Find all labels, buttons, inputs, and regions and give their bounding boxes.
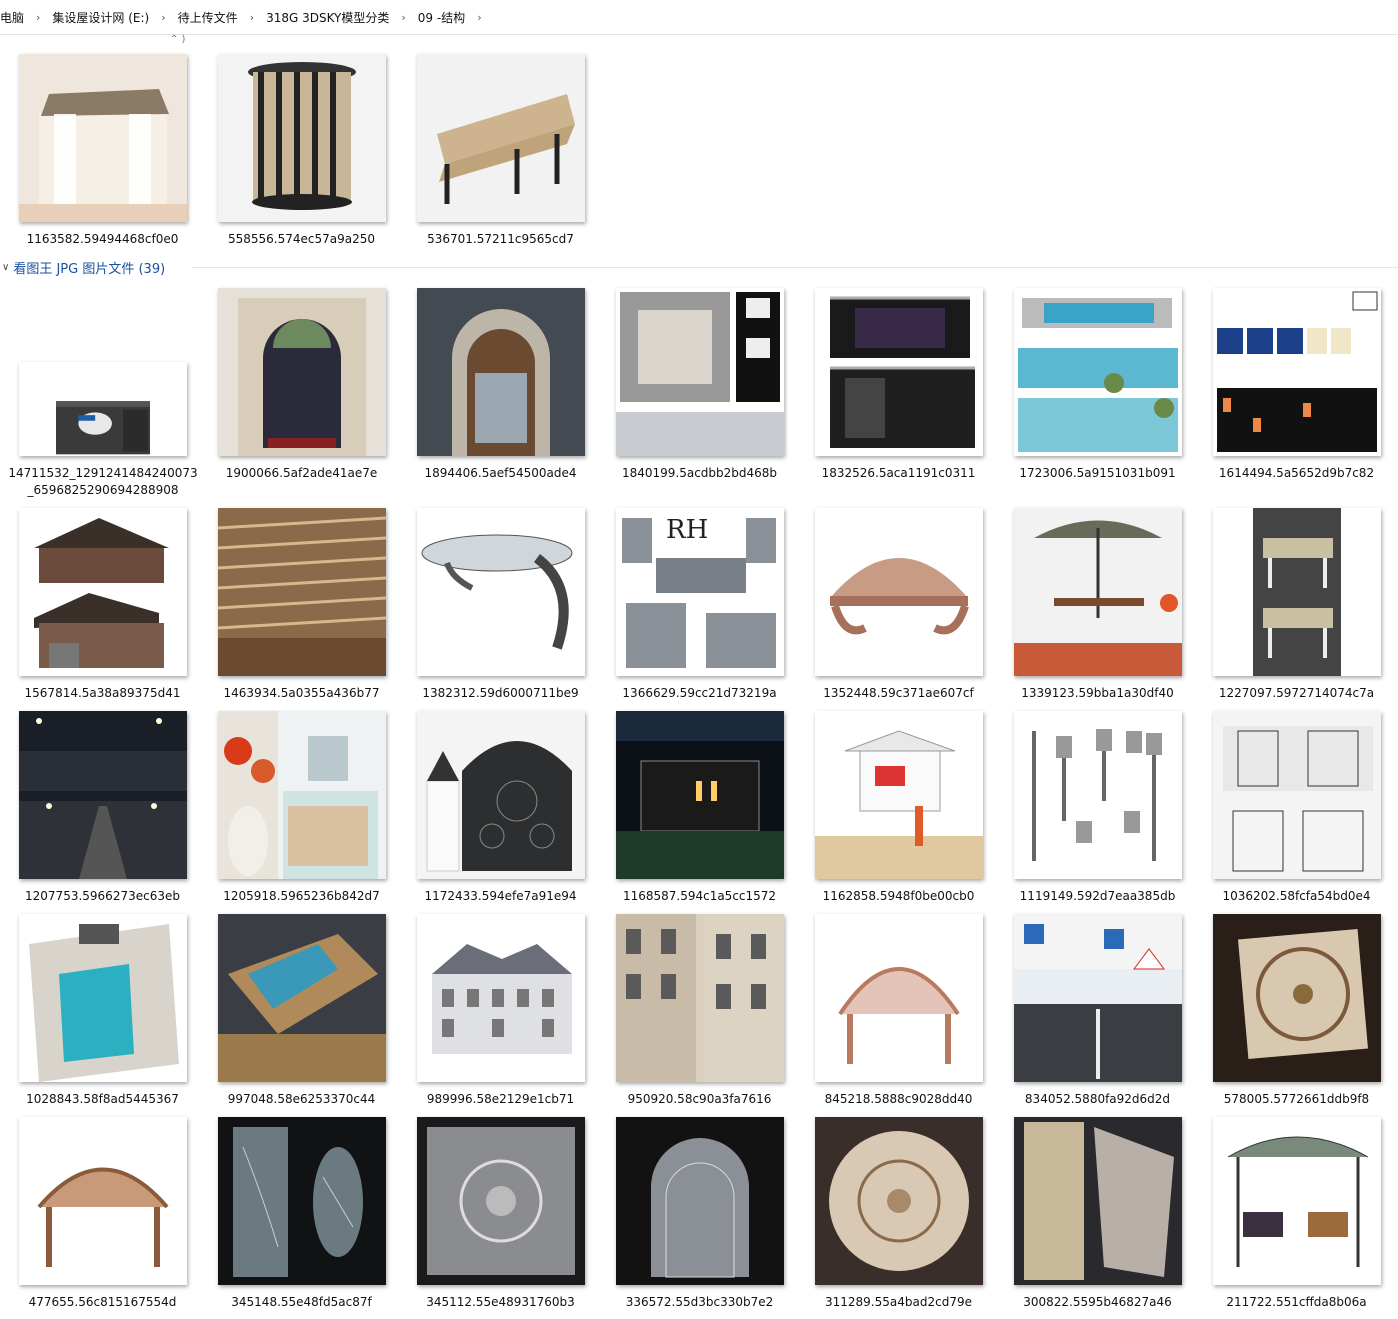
svg-text:RH: RH: [666, 515, 708, 545]
file-name: 311289.55a4bad2cd79e: [825, 1295, 972, 1309]
file-thumbnail[interactable]: [417, 54, 585, 222]
file-thumbnail[interactable]: [218, 288, 386, 456]
file-thumbnail[interactable]: [417, 508, 585, 676]
file-name: 300822.5595b46827a46: [1023, 1295, 1172, 1309]
file-name: 1894406.5aef54500ade4: [424, 466, 577, 480]
file-name: 989996.58e2129e1cb71: [426, 1092, 575, 1106]
file-thumbnail[interactable]: [218, 508, 386, 676]
file-thumbnail[interactable]: [815, 711, 983, 879]
file-thumbnail[interactable]: [1014, 508, 1182, 676]
file-name: 14711532_1291241484240073_65968252906942…: [8, 466, 198, 497]
file-name: 1205918.5965236b842d7: [223, 889, 380, 903]
file-thumbnail[interactable]: RH: [616, 508, 784, 676]
breadcrumb: 电脑 › 集设屋设计网 (E:) › 待上传文件 › 318G 3DSKY模型分类 › 09 -…: [0, 0, 1398, 35]
file-thumbnail[interactable]: [1014, 711, 1182, 879]
file-name: 1832526.5aca1191c0311: [821, 466, 976, 480]
file-name: 1227097.5972714074c7a: [1218, 686, 1375, 700]
file-name: 477655.56c815167554d: [28, 1295, 177, 1309]
file-thumbnail[interactable]: [19, 362, 187, 456]
file-thumbnail[interactable]: [19, 508, 187, 676]
file-thumbnail[interactable]: [19, 54, 187, 222]
file-thumbnail[interactable]: [616, 1117, 784, 1285]
breadcrumb-item[interactable]: 电脑: [0, 9, 30, 26]
file-name: 1162858.5948f0be00cb0: [822, 889, 975, 903]
file-name: 845218.5888c9028dd40: [824, 1092, 973, 1106]
file-name: 1382312.59d6000711be9: [422, 686, 579, 700]
file-thumbnail[interactable]: [417, 1117, 585, 1285]
file-name: 1614494.5a5652d9b7c82: [1218, 466, 1375, 480]
file-name: 1028843.58f8ad5445367: [26, 1092, 179, 1106]
file-name: 1168587.594c1a5cc1572: [622, 889, 777, 903]
file-thumbnail[interactable]: [218, 711, 386, 879]
file-thumbnail[interactable]: [19, 1117, 187, 1285]
partial-group-header: ⌃ ): [170, 34, 186, 45]
group-header-jpg[interactable]: ∨ 看图王 JPG 图片文件 (39): [0, 256, 165, 278]
file-name: 1366629.59cc21d73219a: [622, 686, 777, 700]
file-thumbnail[interactable]: [417, 711, 585, 879]
file-thumbnail[interactable]: [1213, 508, 1381, 676]
chevron-down-icon[interactable]: ∨: [2, 262, 9, 273]
file-thumbnail[interactable]: [616, 288, 784, 456]
file-thumbnail[interactable]: [218, 54, 386, 222]
file-name: 1119149.592d7eaa385db: [1019, 889, 1176, 903]
file-name: 997048.58e6253370c44: [227, 1092, 376, 1106]
file-name: 211722.551cffda8b06a: [1226, 1295, 1367, 1309]
file-name: 1723006.5a9151031b091: [1019, 466, 1176, 480]
group-header-label: 看图王 JPG 图片文件 (39): [13, 261, 166, 277]
file-name: 1840199.5acdbb2bd468b: [621, 466, 778, 480]
file-thumbnail[interactable]: [1014, 914, 1182, 1082]
chevron-right-icon[interactable]: ›: [244, 11, 260, 24]
file-thumbnail[interactable]: [19, 711, 187, 879]
breadcrumb-item[interactable]: 待上传文件: [172, 9, 244, 26]
file-thumbnail[interactable]: [218, 914, 386, 1082]
file-name: 578005.5772661ddb9f8: [1223, 1092, 1370, 1106]
chevron-right-icon[interactable]: ›: [30, 11, 46, 24]
file-name: 1036202.58fcfa54bd0e4: [1222, 889, 1371, 903]
file-name: 558556.574ec57a9a250: [227, 232, 376, 246]
file-name: 336572.55d3bc330b7e2: [625, 1295, 774, 1309]
file-name: 1172433.594efe7a91e94: [424, 889, 577, 903]
file-thumbnail[interactable]: [1213, 288, 1381, 456]
file-name: 1567814.5a38a89375d41: [24, 686, 181, 700]
file-name: 536701.57211c9565cd7: [427, 232, 574, 246]
file-thumbnail[interactable]: [417, 288, 585, 456]
file-thumbnail[interactable]: [616, 914, 784, 1082]
breadcrumb-item[interactable]: 集设屋设计网 (E:): [46, 9, 155, 26]
file-thumbnail[interactable]: [1213, 1117, 1381, 1285]
file-thumbnail[interactable]: [616, 711, 784, 879]
chevron-right-icon[interactable]: ›: [395, 11, 411, 24]
file-thumbnail[interactable]: [1014, 288, 1182, 456]
group-divider: [192, 267, 1398, 268]
chevron-right-icon[interactable]: ›: [155, 11, 171, 24]
file-thumbnail[interactable]: [815, 508, 983, 676]
file-thumbnail[interactable]: [1014, 1117, 1182, 1285]
file-name: 1463934.5a0355a436b77: [223, 686, 380, 700]
file-name: 1163582.59494468cf0e0: [26, 232, 179, 246]
file-thumbnail[interactable]: [19, 914, 187, 1082]
chevron-right-icon[interactable]: ›: [471, 11, 487, 24]
file-thumbnail[interactable]: [1213, 711, 1381, 879]
file-name: 1900066.5af2ade41ae7e: [225, 466, 378, 480]
file-name: 1339123.59bba1a30df40: [1021, 686, 1174, 700]
file-thumbnail[interactable]: [417, 914, 585, 1082]
breadcrumb-item[interactable]: 09 -结构: [412, 9, 471, 26]
file-name: 834052.5880fa92d6d2d: [1024, 1092, 1171, 1106]
file-name: 345112.55e48931760b3: [426, 1295, 575, 1309]
file-thumbnail[interactable]: [815, 1117, 983, 1285]
file-name: 345148.55e48fd5ac87f: [231, 1295, 372, 1309]
file-thumbnail[interactable]: [1213, 914, 1381, 1082]
file-thumbnail[interactable]: [815, 914, 983, 1082]
file-name: 1207753.5966273ec63eb: [25, 889, 180, 903]
file-name: 950920.58c90a3fa7616: [627, 1092, 772, 1106]
file-thumbnail[interactable]: [218, 1117, 386, 1285]
breadcrumb-item[interactable]: 318G 3DSKY模型分类: [260, 9, 395, 26]
file-name: 1352448.59c371ae607cf: [823, 686, 974, 700]
file-thumbnail[interactable]: [815, 288, 983, 456]
